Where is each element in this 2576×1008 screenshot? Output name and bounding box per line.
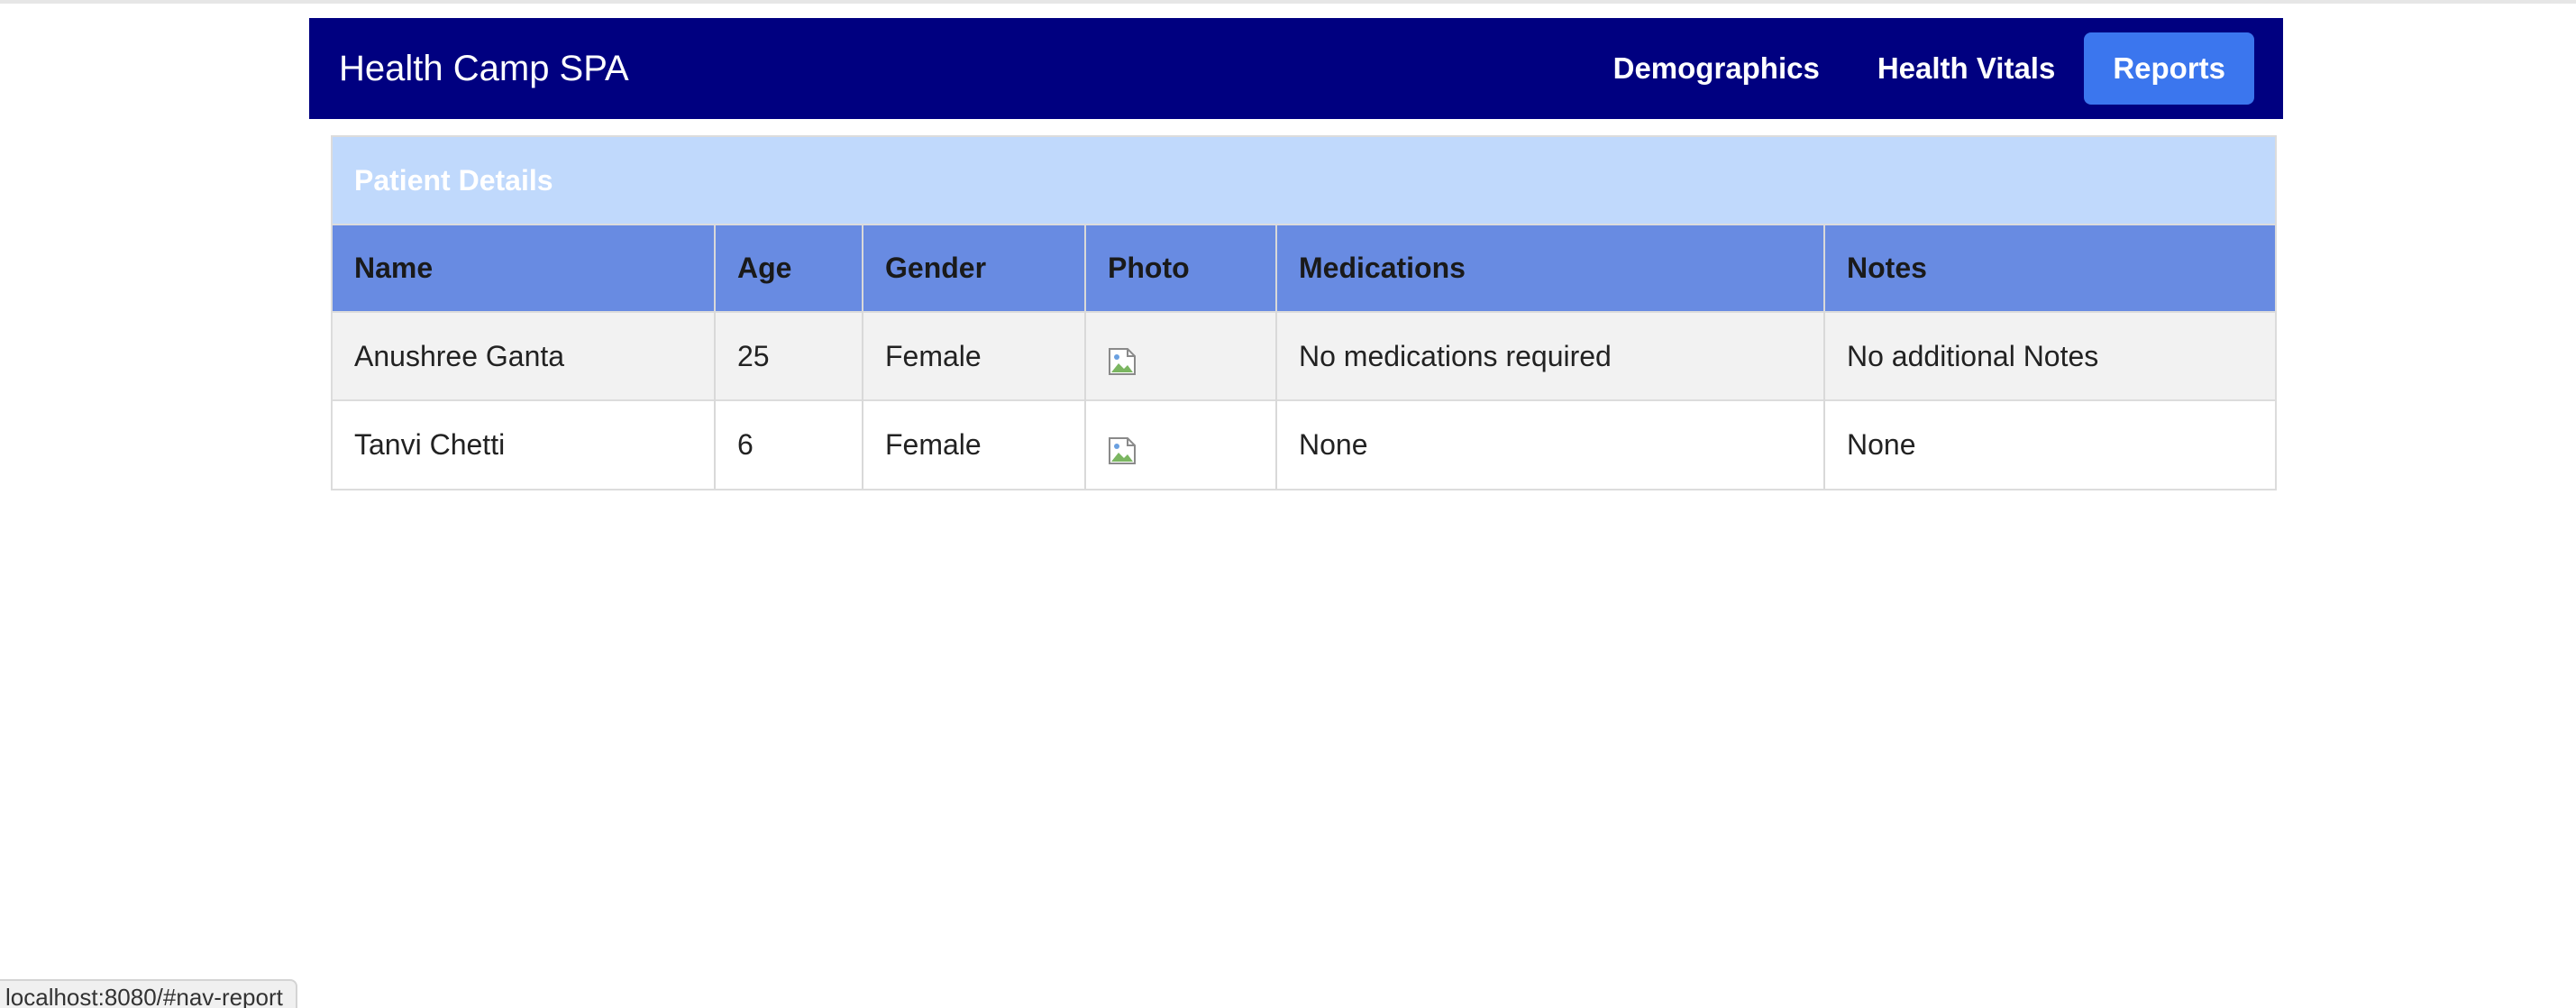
- table-row: Anushree Ganta 25 Female No medications …: [333, 312, 2275, 400]
- table-row: Tanvi Chetti 6 Female None None: [333, 400, 2275, 489]
- nav-links: Demographics Health Vitals Reports: [1585, 32, 2254, 105]
- table-header-row: Name Age Gender Photo Medications Notes: [333, 225, 2275, 312]
- column-header-notes: Notes: [1847, 252, 1927, 284]
- broken-image-icon: [1108, 436, 1137, 465]
- cell-photo: [1085, 400, 1277, 489]
- broken-image-icon: [1108, 347, 1137, 376]
- cell-gender: Female: [863, 312, 1086, 400]
- browser-top-border: [0, 0, 2576, 4]
- cell-name: Tanvi Chetti: [333, 400, 716, 489]
- cell-medications: No medications required: [1276, 312, 1825, 400]
- column-header-name: Name: [333, 225, 716, 312]
- cell-medications: None: [1276, 400, 1825, 489]
- cell-name: Anushree Ganta: [333, 312, 716, 400]
- patient-table: Name Age Gender Photo Medications Notes …: [333, 225, 2275, 489]
- patient-details-card: Patient Details Name Age Gender Photo Me…: [331, 135, 2277, 490]
- cell-gender: Female: [863, 400, 1086, 489]
- column-header-age: Age: [715, 225, 863, 312]
- nav-link-health-vitals[interactable]: Health Vitals: [1849, 32, 2084, 105]
- brand-title[interactable]: Health Camp SPA: [339, 18, 629, 119]
- navbar: Health Camp SPA Demographics Health Vita…: [309, 18, 2283, 119]
- column-header-medications: Medications: [1276, 225, 1825, 312]
- nav-link-reports[interactable]: Reports: [2084, 32, 2254, 105]
- nav-link-demographics[interactable]: Demographics: [1585, 32, 1849, 105]
- cell-age: 6: [715, 400, 863, 489]
- cell-photo: [1085, 312, 1277, 400]
- card-title: Patient Details: [333, 137, 2275, 225]
- column-header-gender: Gender: [863, 225, 1086, 312]
- cell-age: 25: [715, 312, 863, 400]
- cell-notes: No additional Notes: [1847, 339, 2099, 372]
- cell-notes: None: [1847, 428, 1916, 461]
- column-header-photo: Photo: [1085, 225, 1277, 312]
- status-bar-url: localhost:8080/#nav-report: [0, 979, 297, 1008]
